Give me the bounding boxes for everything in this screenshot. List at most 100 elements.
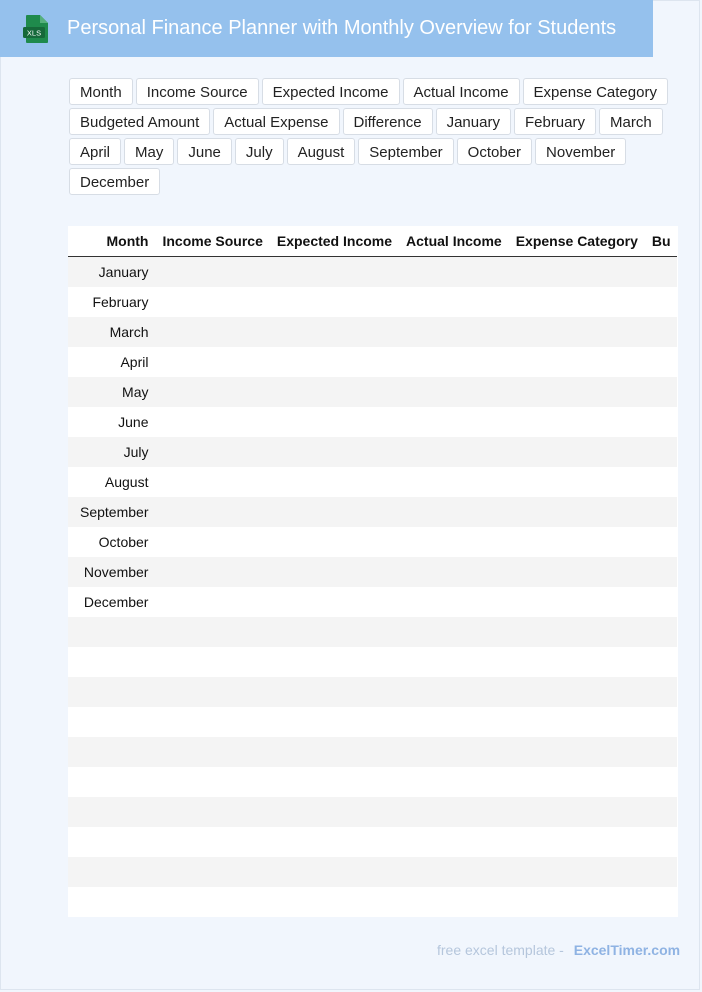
table-cell[interactable] (398, 317, 508, 347)
column-header[interactable]: Actual Income (398, 226, 508, 257)
table-cell[interactable] (507, 677, 644, 707)
table-cell[interactable] (507, 767, 644, 797)
table-cell[interactable] (643, 797, 677, 827)
table-cell[interactable] (154, 437, 269, 467)
table-cell[interactable] (507, 587, 644, 617)
table-cell[interactable] (507, 317, 644, 347)
table-cell[interactable] (507, 527, 644, 557)
table-cell[interactable] (268, 767, 399, 797)
table-cell[interactable] (507, 467, 644, 497)
month-cell[interactable]: March (72, 317, 155, 347)
column-chip[interactable]: Budgeted Amount (69, 108, 211, 135)
table-cell[interactable] (507, 256, 644, 287)
table-cell[interactable] (398, 707, 508, 737)
table-cell[interactable] (268, 617, 399, 647)
table-cell[interactable] (643, 557, 677, 587)
table-cell[interactable] (398, 797, 508, 827)
table-cell[interactable] (154, 887, 269, 917)
table-cell[interactable] (154, 677, 269, 707)
table-cell[interactable] (643, 317, 677, 347)
table-cell[interactable] (154, 557, 269, 587)
table-cell[interactable] (268, 287, 399, 317)
table-cell[interactable] (154, 407, 269, 437)
table-cell[interactable] (154, 527, 269, 557)
table-cell[interactable] (643, 647, 677, 677)
sheet-table-container[interactable]: Month Income Source Expected Income Actual … (68, 226, 678, 917)
table-cell[interactable] (154, 377, 269, 407)
table-cell[interactable] (643, 827, 677, 857)
column-chip[interactable]: May (124, 138, 175, 165)
month-cell[interactable] (72, 647, 155, 677)
table-cell[interactable] (507, 437, 644, 467)
table-cell[interactable] (154, 647, 269, 677)
table-cell[interactable] (268, 857, 399, 887)
table-cell[interactable] (643, 587, 677, 617)
month-cell[interactable]: August (72, 467, 155, 497)
table-cell[interactable] (507, 377, 644, 407)
column-chip[interactable]: Expected Income (261, 78, 400, 105)
table-cell[interactable] (643, 887, 677, 917)
table-cell[interactable] (268, 347, 399, 377)
table-cell[interactable] (268, 557, 399, 587)
month-cell[interactable] (72, 887, 155, 917)
table-cell[interactable] (507, 617, 644, 647)
month-cell[interactable]: May (72, 377, 155, 407)
table-cell[interactable] (398, 437, 508, 467)
table-cell[interactable] (268, 377, 399, 407)
month-cell[interactable] (72, 767, 155, 797)
table-cell[interactable] (507, 857, 644, 887)
table-cell[interactable] (398, 737, 508, 767)
table-cell[interactable] (154, 617, 269, 647)
table-cell[interactable] (643, 497, 677, 527)
table-cell[interactable] (154, 857, 269, 887)
table-cell[interactable] (398, 587, 508, 617)
month-cell[interactable] (72, 827, 155, 857)
column-chip[interactable]: September (358, 138, 454, 165)
table-cell[interactable] (268, 707, 399, 737)
month-cell[interactable]: July (72, 437, 155, 467)
table-cell[interactable] (268, 317, 399, 347)
table-cell[interactable] (398, 527, 508, 557)
column-chip[interactable]: March (599, 108, 663, 135)
table-cell[interactable] (398, 677, 508, 707)
table-cell[interactable] (268, 497, 399, 527)
table-cell[interactable] (643, 407, 677, 437)
table-cell[interactable] (398, 647, 508, 677)
column-header[interactable]: Bu (643, 226, 677, 257)
column-header[interactable]: Month (72, 226, 155, 257)
footer-brand-link[interactable]: ExcelTimer.com (574, 942, 680, 958)
table-cell[interactable] (398, 857, 508, 887)
month-cell[interactable] (72, 617, 155, 647)
table-cell[interactable] (398, 256, 508, 287)
column-chip[interactable]: Actual Expense (213, 108, 340, 135)
table-cell[interactable] (643, 256, 677, 287)
table-cell[interactable] (643, 677, 677, 707)
month-cell[interactable]: June (72, 407, 155, 437)
table-cell[interactable] (507, 647, 644, 677)
table-cell[interactable] (643, 347, 677, 377)
table-cell[interactable] (643, 377, 677, 407)
month-cell[interactable]: April (72, 347, 155, 377)
column-header[interactable]: Expected Income (268, 226, 399, 257)
table-cell[interactable] (507, 737, 644, 767)
column-chip[interactable]: Month (69, 78, 133, 105)
table-cell[interactable] (154, 797, 269, 827)
table-cell[interactable] (398, 287, 508, 317)
table-cell[interactable] (398, 347, 508, 377)
table-cell[interactable] (398, 497, 508, 527)
table-cell[interactable] (154, 256, 269, 287)
table-cell[interactable] (507, 707, 644, 737)
table-cell[interactable] (398, 617, 508, 647)
month-cell[interactable]: January (72, 256, 155, 287)
table-cell[interactable] (154, 497, 269, 527)
month-cell[interactable] (72, 797, 155, 827)
column-chip[interactable]: April (69, 138, 122, 165)
table-cell[interactable] (507, 497, 644, 527)
column-chip[interactable]: Difference (342, 108, 433, 135)
table-cell[interactable] (643, 767, 677, 797)
table-cell[interactable] (398, 887, 508, 917)
column-header[interactable]: Income Source (154, 226, 269, 257)
column-chip[interactable]: October (456, 138, 533, 165)
month-cell[interactable]: February (72, 287, 155, 317)
table-cell[interactable] (643, 287, 677, 317)
